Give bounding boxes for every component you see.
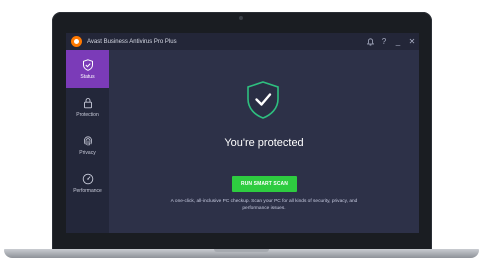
scan-description: A one-click, all-inclusive PC checkup. S… <box>170 199 358 211</box>
sidebar-item-privacy[interactable]: Privacy <box>66 126 109 164</box>
camera-dot <box>239 16 243 20</box>
lock-icon <box>83 97 92 108</box>
speedometer-icon <box>82 173 93 184</box>
main-content: You're protected RUN SMART SCAN A one-cl… <box>109 50 419 233</box>
sidebar-item-label: Status <box>80 73 95 80</box>
close-button[interactable]: ✕ <box>405 33 419 50</box>
protected-shield-icon <box>247 81 279 119</box>
run-smart-scan-button[interactable]: RUN SMART SCAN <box>232 176 297 192</box>
minimize-button[interactable]: _ <box>391 33 405 50</box>
sidebar-item-label: Protection <box>76 111 99 118</box>
sidebar: Status Protection Privacy Performance <box>66 50 109 233</box>
sidebar-item-protection[interactable]: Protection <box>66 88 109 126</box>
app-window: Avast Business Antivirus Pro Plus ? _ ✕ … <box>66 33 419 233</box>
title-bar: Avast Business Antivirus Pro Plus ? _ ✕ <box>66 33 419 50</box>
status-title: You're protected <box>224 137 304 149</box>
laptop-base <box>4 249 479 258</box>
window-controls: ? _ ✕ <box>363 33 419 50</box>
help-button[interactable]: ? <box>377 33 391 50</box>
laptop-base-notch <box>214 249 269 252</box>
sidebar-item-label: Privacy <box>79 149 96 156</box>
sidebar-item-performance[interactable]: Performance <box>66 164 109 202</box>
avast-logo-icon <box>71 36 82 47</box>
sidebar-item-status[interactable]: Status <box>66 50 109 88</box>
fingerprint-icon <box>83 135 92 146</box>
app-title: Avast Business Antivirus Pro Plus <box>87 38 177 45</box>
bell-icon[interactable] <box>363 33 377 50</box>
shield-check-icon <box>82 58 93 71</box>
sidebar-item-label: Performance <box>73 187 102 194</box>
